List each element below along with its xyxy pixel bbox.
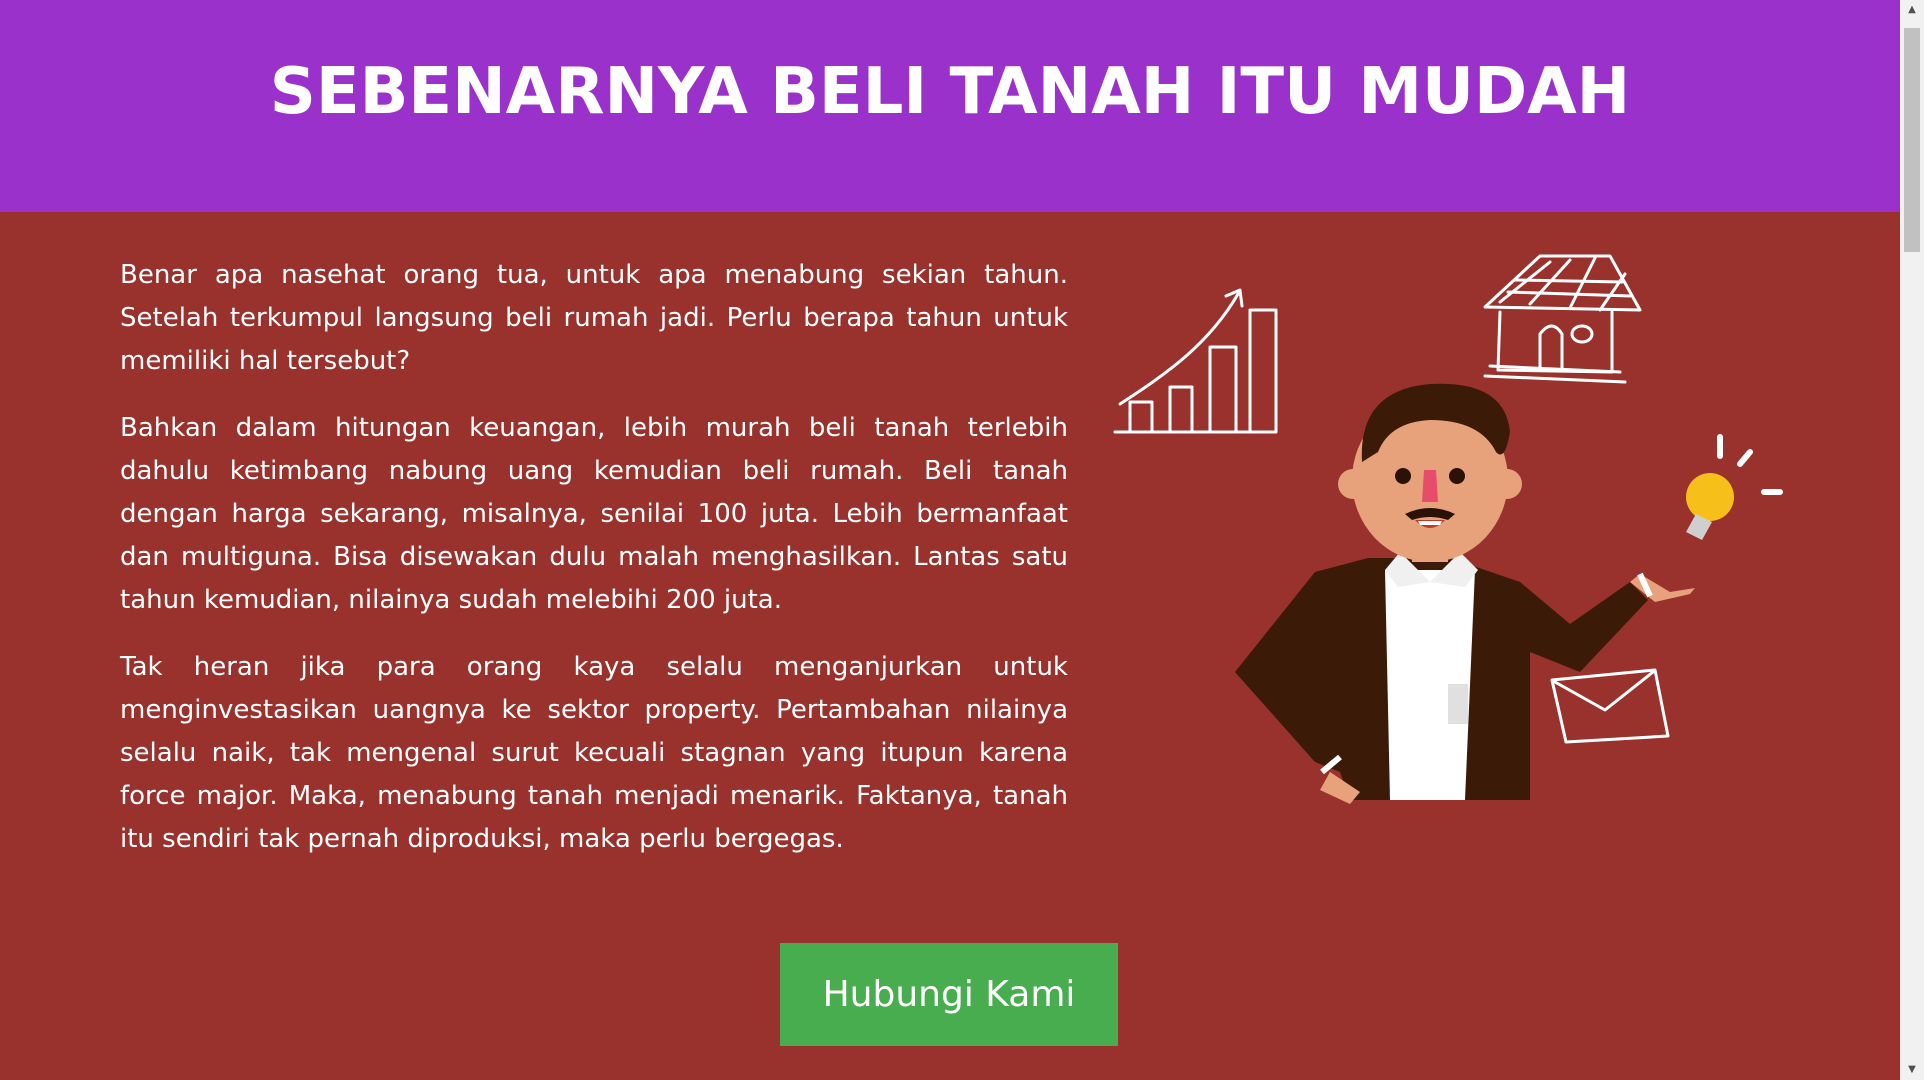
growth-chart-icon — [1113, 288, 1278, 434]
article-text: Benar apa nasehat orang tua, untuk apa m… — [120, 254, 1068, 885]
page-header: SEBENARNYA BELI TANAH ITU MUDAH — [0, 0, 1900, 212]
house-icon — [1483, 254, 1642, 384]
paragraph-3: Tak heran jika para orang kaya selalu me… — [120, 652, 1068, 854]
businessman-figure — [1235, 383, 1695, 804]
lightbulb-icon — [1686, 434, 1783, 540]
scroll-down-arrow-icon[interactable]: ▼ — [1900, 1060, 1924, 1080]
vertical-scrollbar[interactable]: ▲ ▼ — [1900, 0, 1924, 1080]
page-title: SEBENARNYA BELI TANAH ITU MUDAH — [269, 55, 1631, 129]
main-content: Benar apa nasehat orang tua, untuk apa m… — [0, 212, 1900, 1080]
envelope-icon — [1550, 668, 1670, 744]
contact-us-button[interactable]: Hubungi Kami — [780, 943, 1118, 1046]
paragraph-1: Benar apa nasehat orang tua, untuk apa m… — [120, 260, 1068, 376]
paragraph-2: Bahkan dalam hitungan keuangan, lebih mu… — [120, 413, 1068, 615]
scroll-up-arrow-icon[interactable]: ▲ — [1900, 0, 1924, 20]
scroll-thumb[interactable] — [1904, 28, 1920, 252]
businessman-illustration — [1113, 254, 1783, 804]
